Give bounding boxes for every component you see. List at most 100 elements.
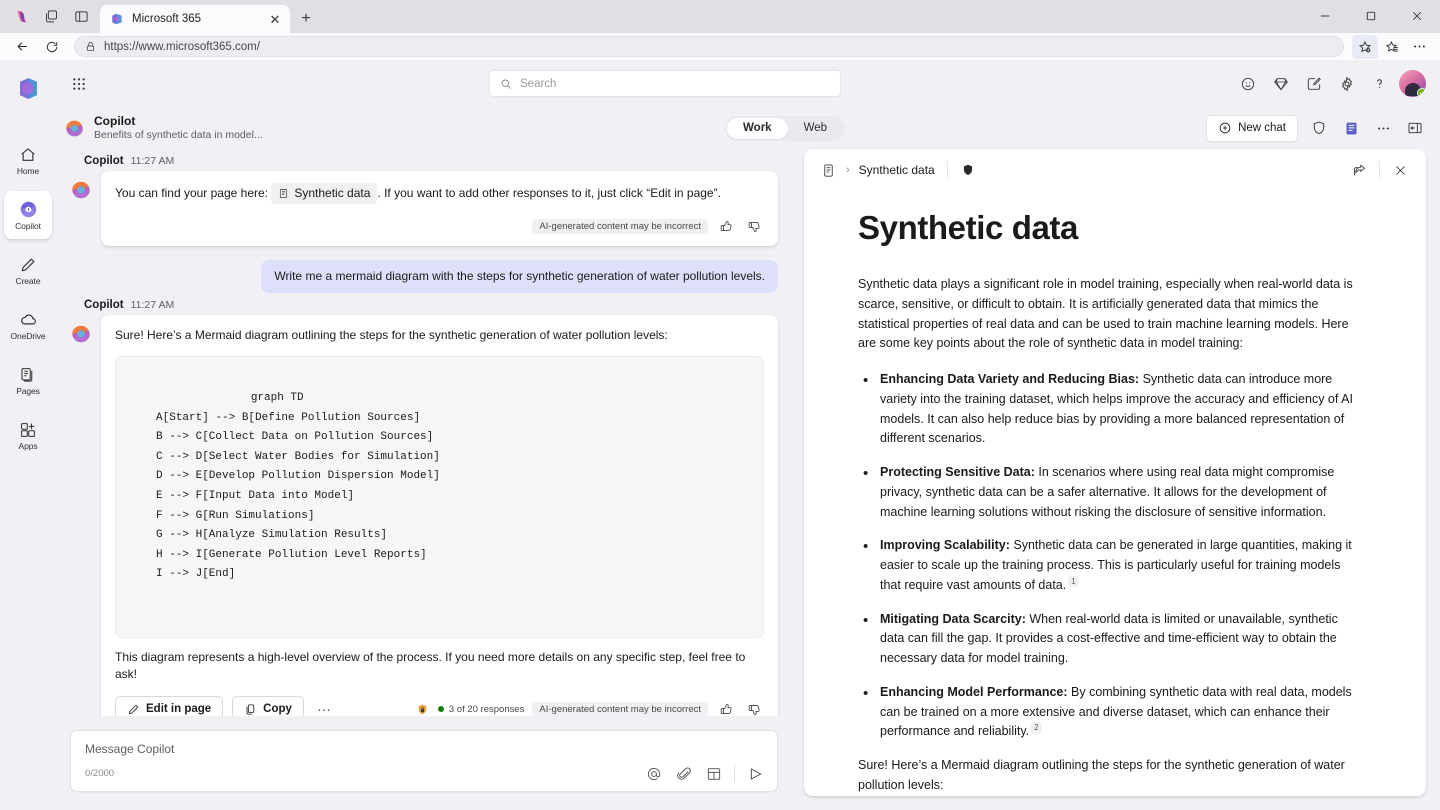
diamond-premium-icon[interactable] bbox=[1267, 70, 1294, 97]
sidebar-item-pages[interactable]: Pages bbox=[4, 356, 52, 404]
mention-icon[interactable] bbox=[644, 764, 663, 783]
help-icon[interactable] bbox=[1366, 70, 1393, 97]
list-item: Enhancing Model Performance: By combinin… bbox=[858, 683, 1358, 742]
copilot-title: Copilot bbox=[94, 114, 263, 129]
gear-icon[interactable] bbox=[1333, 70, 1360, 97]
message-text: You can find your page here: Synthetic d… bbox=[115, 183, 764, 204]
sidebar-item-create[interactable]: Create bbox=[4, 246, 52, 294]
back-icon[interactable] bbox=[8, 35, 36, 59]
copy-button[interactable]: Copy bbox=[232, 696, 304, 716]
code-line: A[Start] --> B[Define Pollution Sources] bbox=[132, 409, 747, 429]
code-line: I --> J[End] bbox=[132, 565, 747, 585]
toggle-option-web[interactable]: Web bbox=[788, 118, 843, 139]
ai-disclaimer: AI-generated content may be incorrect bbox=[532, 219, 708, 234]
sidebar-item-apps[interactable]: Apps bbox=[4, 411, 52, 459]
thumbs-up-icon[interactable] bbox=[716, 216, 736, 236]
more-options-icon[interactable] bbox=[1372, 117, 1394, 139]
page-chip-label: Synthetic data bbox=[294, 185, 370, 202]
new-chat-button[interactable]: New chat bbox=[1206, 115, 1298, 142]
breadcrumb[interactable]: Synthetic data bbox=[859, 163, 935, 177]
message-author: Copilot bbox=[84, 155, 124, 167]
close-icon[interactable] bbox=[1388, 158, 1412, 182]
page-reference-chip[interactable]: Synthetic data bbox=[271, 183, 377, 204]
sidebar-item-copilot[interactable]: Copilot bbox=[4, 191, 52, 239]
copilot-sidebar-icon[interactable] bbox=[6, 1, 36, 31]
avatar[interactable] bbox=[1399, 70, 1426, 97]
prompt-gallery-icon[interactable] bbox=[704, 764, 723, 783]
sensitivity-shield-icon[interactable] bbox=[960, 162, 977, 179]
pencil-icon bbox=[19, 254, 37, 275]
minimize-button[interactable] bbox=[1302, 0, 1348, 32]
app-launcher-icon[interactable] bbox=[62, 67, 96, 101]
address-bar[interactable]: https://www.microsoft365.com/ bbox=[74, 36, 1344, 57]
thumbs-down-icon[interactable] bbox=[744, 699, 764, 716]
chat-scroll[interactable]: Copilot 11:27 AM bbox=[70, 149, 782, 716]
thumbs-down-icon[interactable] bbox=[744, 216, 764, 236]
message-card: Sure! Here’s a Mermaid diagram outlining… bbox=[101, 315, 778, 716]
code-line: B --> C[Collect Data on Pollution Source… bbox=[132, 428, 747, 448]
smiley-feedback-icon[interactable] bbox=[1234, 70, 1261, 97]
message-header: Copilot 11:27 AM bbox=[84, 299, 778, 311]
search-input[interactable]: Search bbox=[489, 70, 841, 97]
presence-available-icon bbox=[1417, 88, 1426, 97]
status-dot bbox=[438, 706, 444, 712]
browser-titlebar: Microsoft 365 ✕ + bbox=[0, 0, 1440, 33]
copilot-header: Copilot Benefits of synthetic data in mo… bbox=[56, 107, 1440, 149]
citation-badge[interactable]: 1 bbox=[1068, 576, 1078, 588]
pages-panel-icon[interactable] bbox=[1340, 117, 1362, 139]
favorites-icon[interactable] bbox=[1379, 35, 1405, 59]
code-line: C --> D[Select Water Bodies for Simulati… bbox=[132, 448, 747, 468]
list-item: Enhancing Data Variety and Reducing Bias… bbox=[858, 370, 1358, 449]
toggle-side-panel-icon[interactable] bbox=[1404, 117, 1426, 139]
app-root: Microsoft 365 ✕ + https://www.microsoft3… bbox=[0, 0, 1440, 810]
attach-icon[interactable] bbox=[674, 764, 693, 783]
page-bullet-list: Enhancing Data Variety and Reducing Bias… bbox=[858, 370, 1358, 742]
add-favorite-icon[interactable] bbox=[1352, 35, 1378, 59]
edit-in-page-button[interactable]: Edit in page bbox=[115, 696, 223, 716]
sidebar-item-home[interactable]: Home bbox=[4, 136, 52, 184]
message-author: Copilot bbox=[84, 299, 124, 311]
bullet-heading: Improving Scalability: bbox=[880, 538, 1010, 552]
mermaid-code-block[interactable]: graph TD A[Start] --> B[Define Pollution… bbox=[115, 356, 764, 639]
tab-search-icon[interactable] bbox=[36, 1, 66, 31]
message-text-after: . If you want to add other responses to … bbox=[377, 186, 721, 200]
composer-divider bbox=[734, 765, 735, 782]
shield-privacy-icon[interactable] bbox=[1308, 117, 1330, 139]
chat-column: Copilot 11:27 AM bbox=[56, 149, 782, 810]
maximize-button[interactable] bbox=[1348, 0, 1394, 32]
close-tab-icon[interactable]: ✕ bbox=[266, 10, 284, 28]
split-screen-icon[interactable] bbox=[66, 1, 96, 31]
bullet-heading: Enhancing Data Variety and Reducing Bias… bbox=[880, 372, 1139, 386]
composer-bottom: 0/2000 bbox=[85, 764, 765, 783]
browser-settings-icon[interactable] bbox=[1406, 35, 1432, 59]
actions-divider bbox=[1379, 161, 1380, 179]
message-more-icon[interactable]: ··· bbox=[313, 698, 335, 716]
pages-breadcrumb-icon[interactable] bbox=[820, 162, 837, 179]
message-composer[interactable]: Message Copilot 0/2000 bbox=[70, 730, 778, 792]
response-count: 3 of 20 responses bbox=[438, 704, 525, 715]
work-web-toggle[interactable]: Work Web bbox=[725, 116, 845, 141]
sidebar-item-onedrive[interactable]: OneDrive bbox=[4, 301, 52, 349]
copilot-header-actions: New chat bbox=[1206, 115, 1426, 142]
send-icon[interactable] bbox=[746, 764, 765, 783]
new-tab-button[interactable]: + bbox=[293, 6, 319, 32]
page-panel-body[interactable]: Synthetic data Synthetic data plays a si… bbox=[804, 191, 1426, 796]
toggle-option-work[interactable]: Work bbox=[727, 118, 788, 139]
thumbs-up-icon[interactable] bbox=[716, 699, 736, 716]
message-text-before: You can find your page here: bbox=[115, 186, 268, 200]
browser-toolbar: https://www.microsoft365.com/ bbox=[0, 33, 1440, 60]
feedback-note-icon[interactable] bbox=[1300, 70, 1327, 97]
microsoft-365-logo[interactable] bbox=[10, 70, 46, 106]
search-placeholder: Search bbox=[520, 78, 556, 90]
apps-grid-icon bbox=[19, 419, 37, 440]
reload-icon[interactable] bbox=[38, 35, 66, 59]
body-row: Copilot 11:27 AM bbox=[56, 149, 1440, 810]
share-icon[interactable] bbox=[1347, 158, 1371, 182]
code-line: F --> G[Run Simulations] bbox=[132, 507, 747, 527]
m365-header: Search bbox=[56, 60, 1440, 107]
close-window-button[interactable] bbox=[1394, 0, 1440, 32]
copilot-brand: Copilot Benefits of synthetic data in mo… bbox=[64, 114, 364, 142]
citation-badge[interactable]: 2 bbox=[1031, 722, 1041, 734]
browser-tab[interactable]: Microsoft 365 ✕ bbox=[100, 5, 290, 33]
header-divider bbox=[947, 161, 948, 179]
